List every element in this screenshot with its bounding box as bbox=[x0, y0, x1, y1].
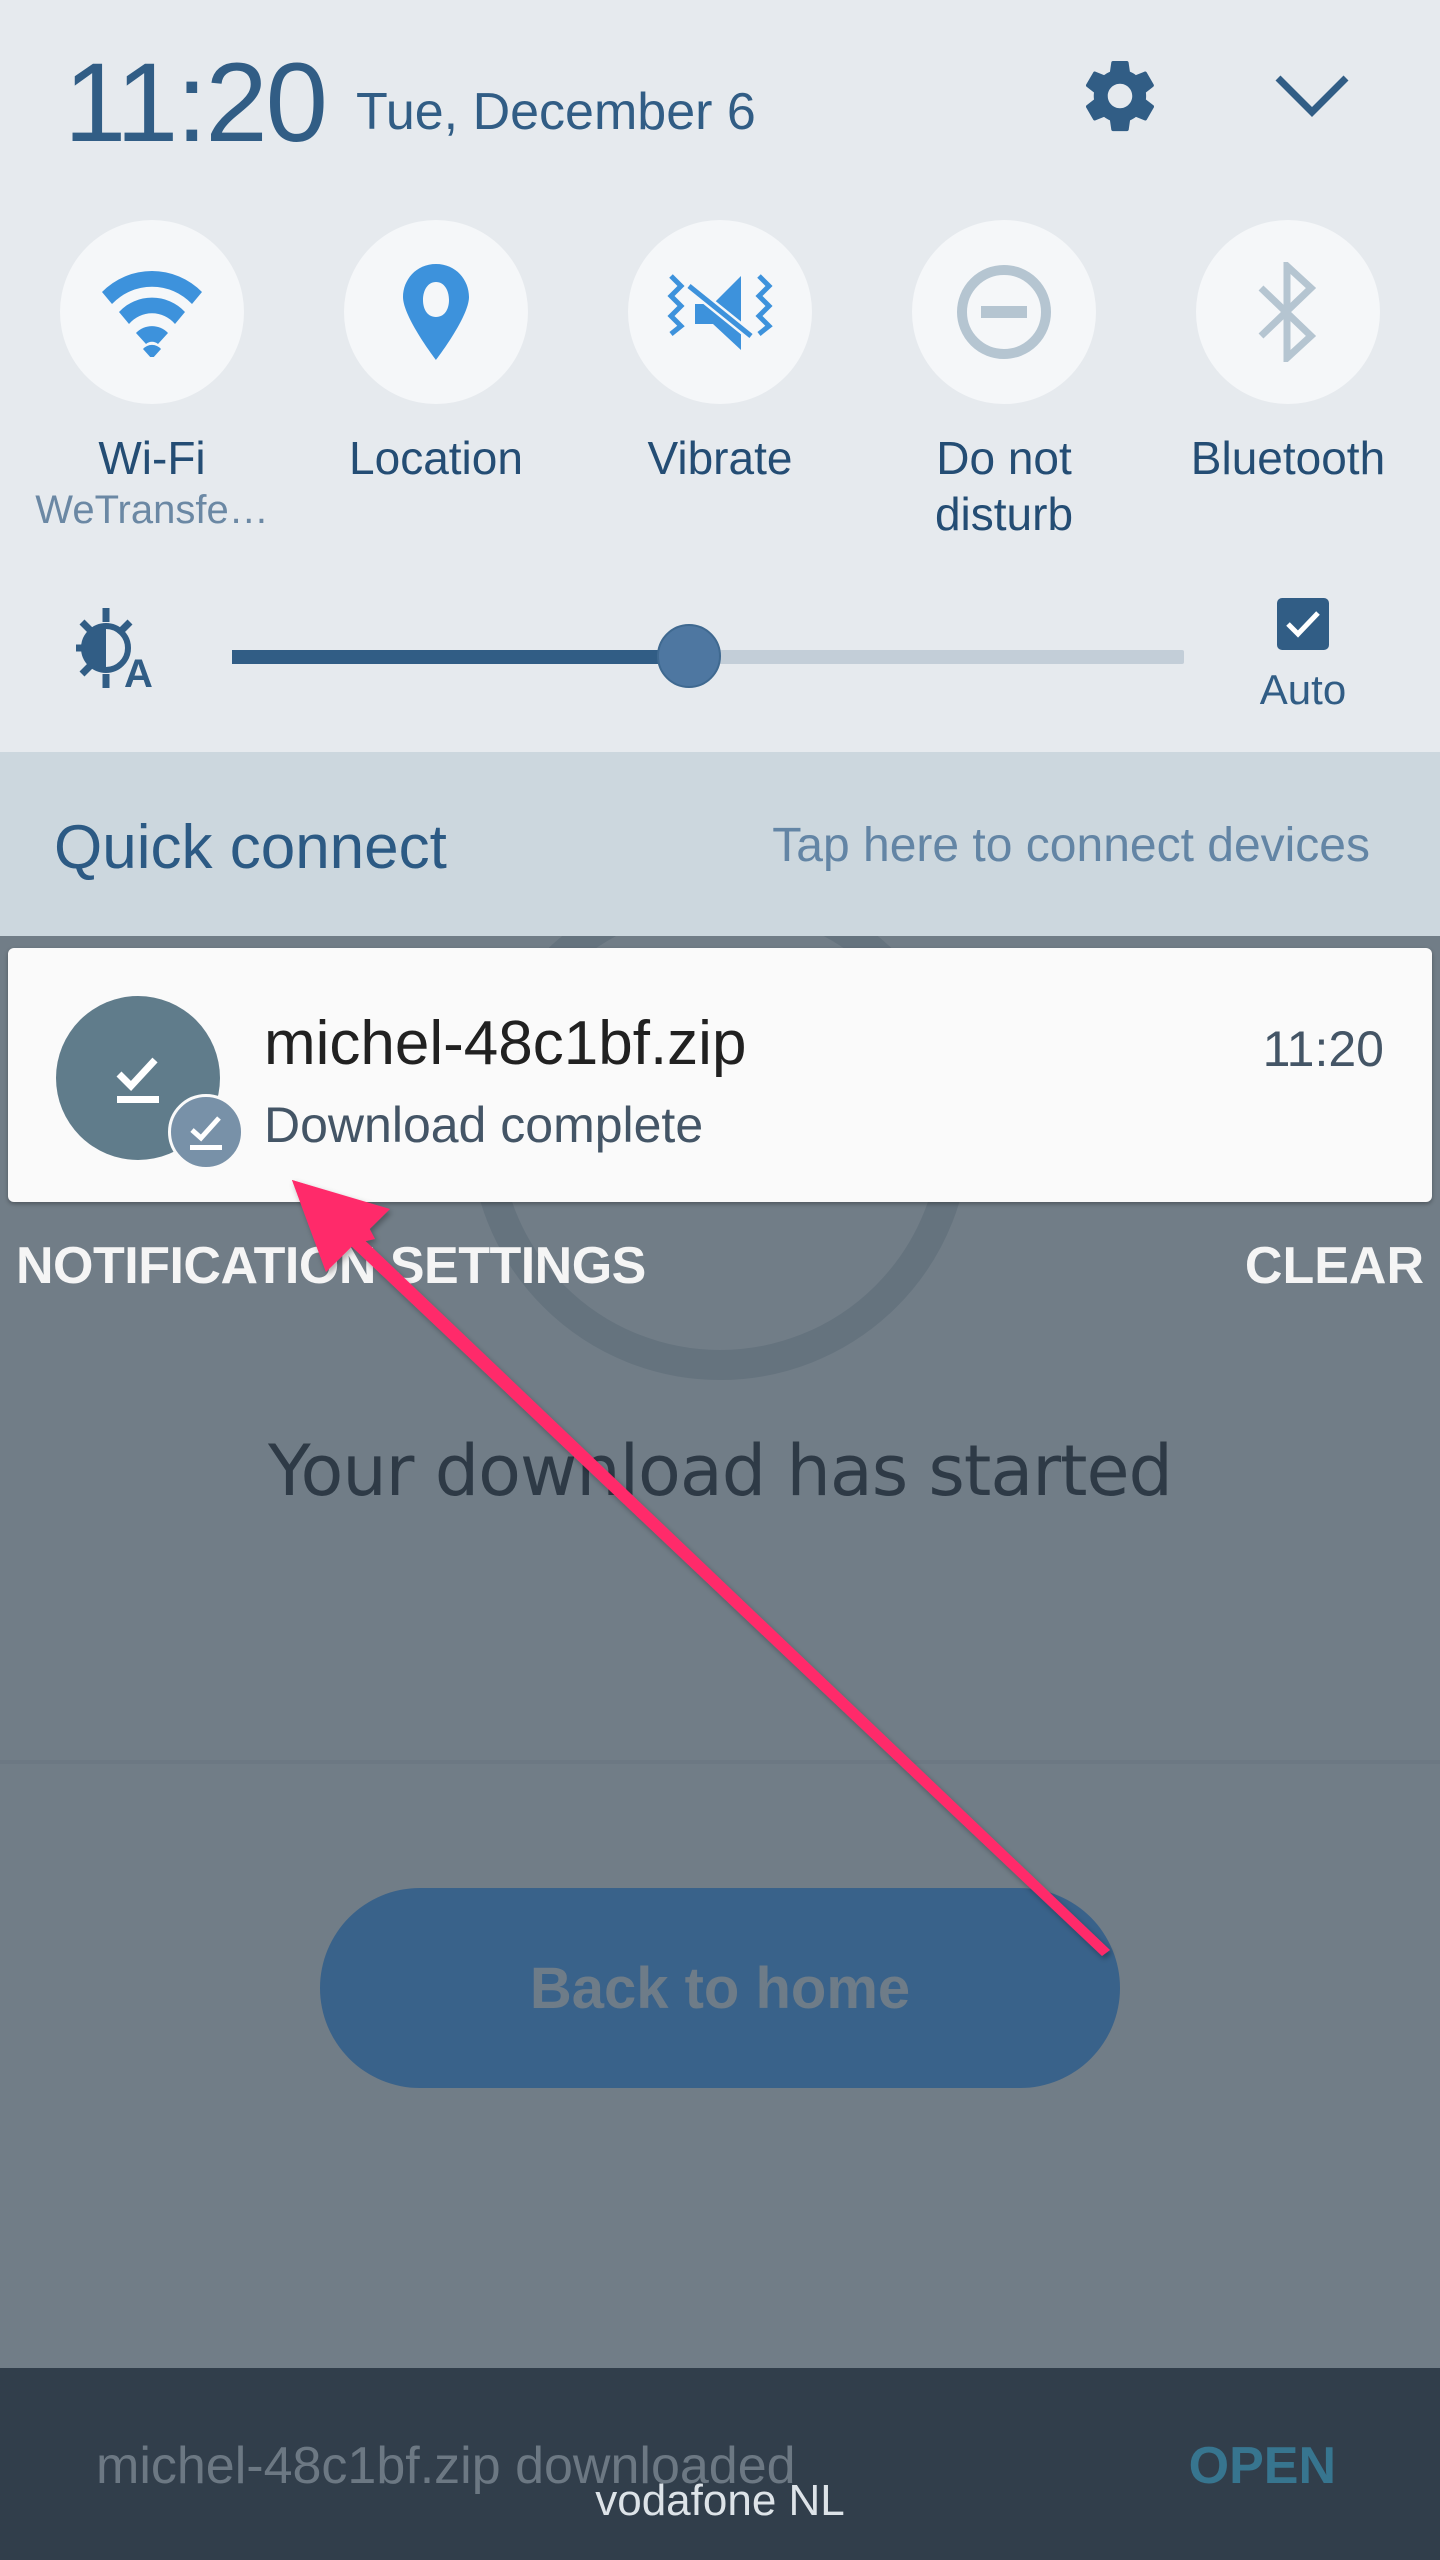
tile-bluetooth[interactable]: Bluetooth bbox=[1146, 220, 1430, 486]
tile-wifi-label: Wi-Fi bbox=[98, 432, 206, 484]
tile-vibrate-button[interactable] bbox=[628, 220, 812, 404]
snackbar: michel-48c1bf.zip downloaded OPEN bbox=[0, 2368, 1440, 2560]
quick-connect-hint[interactable]: Tap here to connect devices bbox=[772, 818, 1370, 873]
do-not-disturb-icon bbox=[957, 265, 1051, 359]
carrier-label: vodafone NL bbox=[595, 2476, 845, 2525]
wifi-icon bbox=[102, 270, 202, 357]
tile-location[interactable]: Location bbox=[294, 220, 578, 486]
divider bbox=[0, 1760, 1440, 1764]
quick-connect-title: Quick connect bbox=[54, 813, 447, 882]
tile-dnd-label: Do not disturb bbox=[934, 432, 1074, 540]
download-done-badge-icon bbox=[190, 1116, 222, 1150]
tile-location-button[interactable] bbox=[344, 220, 528, 404]
download-started-heading: Your download has started bbox=[268, 1430, 1173, 1512]
auto-brightness-label: Auto bbox=[1259, 666, 1347, 713]
notification-title: michel-48c1bf.zip bbox=[264, 1009, 747, 1078]
gear-icon[interactable] bbox=[1078, 54, 1162, 138]
clear-notifications-button[interactable]: CLEAR bbox=[1245, 1236, 1424, 1296]
tile-bluetooth-label: Bluetooth bbox=[1190, 432, 1386, 484]
checkmark-icon bbox=[1286, 611, 1320, 638]
brightness-slider[interactable] bbox=[232, 624, 1184, 688]
auto-brightness-icon: A bbox=[76, 608, 153, 688]
quick-connect-bar[interactable]: Quick connect Tap here to connect device… bbox=[0, 752, 1440, 936]
download-done-icon bbox=[116, 1057, 159, 1103]
notification-shade: 11:20 Tue, December 6 Wi-Fi WeTransfe… L… bbox=[0, 0, 1440, 752]
tile-vibrate-label: Vibrate bbox=[647, 432, 793, 484]
notification-settings-button[interactable]: NOTIFICATION SETTINGS bbox=[16, 1236, 646, 1296]
notification-small-icon bbox=[168, 1094, 244, 1170]
back-to-home-button[interactable]: Back to home bbox=[320, 1888, 1120, 2088]
svg-text:A: A bbox=[124, 652, 153, 688]
chevron-down-icon[interactable] bbox=[1272, 70, 1352, 122]
brightness-row: A Auto bbox=[0, 590, 1440, 740]
tile-dnd-button[interactable] bbox=[912, 220, 1096, 404]
notification-subtitle: Download complete bbox=[264, 1097, 704, 1153]
notification-actions: NOTIFICATION SETTINGS CLEAR bbox=[0, 1236, 1440, 1304]
tile-vibrate[interactable]: Vibrate bbox=[578, 220, 862, 486]
brightness-slider-thumb[interactable] bbox=[656, 624, 721, 688]
location-pin-icon bbox=[403, 264, 469, 360]
bluetooth-icon bbox=[1258, 262, 1317, 362]
tile-wifi[interactable]: Wi-Fi WeTransfe… bbox=[10, 220, 294, 534]
brightness-slider-fill bbox=[232, 650, 689, 664]
notification-time: 11:20 bbox=[1262, 1021, 1384, 1077]
tile-do-not-disturb[interactable]: Do not disturb bbox=[862, 220, 1146, 542]
tile-wifi-network: WeTransfe… bbox=[35, 488, 269, 532]
auto-brightness-checkbox[interactable] bbox=[1277, 598, 1329, 650]
tile-location-label: Location bbox=[349, 432, 523, 484]
download-notification[interactable]: michel-48c1bf.zip Download complete 11:2… bbox=[8, 948, 1432, 1202]
clock: 11:20 bbox=[64, 40, 328, 165]
date: Tue, December 6 bbox=[356, 83, 756, 141]
tile-wifi-button[interactable] bbox=[60, 220, 244, 404]
vibrate-icon bbox=[667, 274, 773, 350]
tile-bluetooth-button[interactable] bbox=[1196, 220, 1380, 404]
quick-settings-tiles: Wi-Fi WeTransfe… Location Vibrate Do not… bbox=[0, 220, 1440, 550]
